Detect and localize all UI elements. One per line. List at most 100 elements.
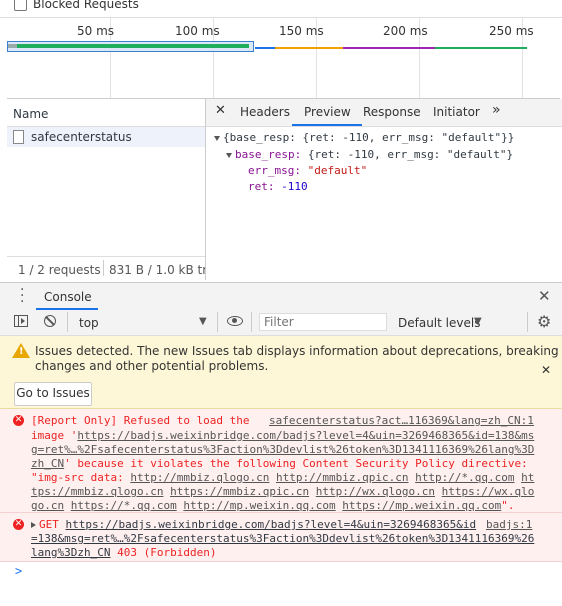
context-selector[interactable]: top <box>79 316 99 330</box>
csp-url-link[interactable]: https://mp.weixin.qq.com <box>342 499 501 512</box>
csp-url-link[interactable]: http://mp.weixin.qq.com <box>183 499 335 512</box>
error-url-link[interactable]: g=ret%…%2Fsafecenterstatus%3Faction%3Dde… <box>31 443 534 456</box>
console-toolbar: top ▼ Default levels ▼ ⚙ <box>0 310 562 336</box>
warning-icon-mark: ! <box>19 346 24 357</box>
console-error-message: ✕ [Report Only] Refused to load the safe… <box>0 409 562 513</box>
blocked-requests-row: Blocked Requests <box>0 0 562 18</box>
timeline-segment <box>343 47 435 49</box>
timeline-tick-label: 50 ms <box>77 24 115 38</box>
clear-console-icon[interactable] <box>44 315 56 327</box>
request-url-link[interactable]: https://badjs.weixinbridge.com/badjs?lev… <box>66 518 477 531</box>
preview-tree: {base_resp: {ret: -110, err_msg: "defaul… <box>206 127 562 277</box>
csp-url-link[interactable]: https://mmbiz.qpic.cn <box>170 485 309 498</box>
error-url-link[interactable]: zh_CN <box>31 457 64 470</box>
timeline-tick-label: 150 ms <box>279 24 324 38</box>
csp-url-link[interactable]: http://*.qq.com <box>415 471 514 484</box>
more-tabs-icon[interactable]: » <box>492 102 501 118</box>
request-row[interactable]: safecenterstatus <box>7 127 205 147</box>
expand-triangle-icon[interactable] <box>31 522 36 528</box>
status-divider <box>103 260 104 276</box>
error-line: =138&msg=ret%…%2Fsafecenterstatus%3Facti… <box>31 532 534 545</box>
toolbar-divider <box>217 312 218 332</box>
csp-url-link[interactable]: https://*.qq.com <box>71 499 177 512</box>
console-prompt-area[interactable]: > <box>0 562 562 606</box>
preview-key: err_msg: <box>248 164 301 177</box>
preview-errmsg-row: err_msg: "default" <box>248 164 367 177</box>
issues-banner: ! Issues detected. The new Issues tab di… <box>0 336 562 409</box>
gear-icon[interactable]: ⚙ <box>537 312 551 331</box>
name-header-label: Name <box>13 107 49 121</box>
go-to-issues-button[interactable]: Go to Issues <box>14 382 92 406</box>
preview-root-row[interactable]: {base_resp: {ret: -110, err_msg: "defaul… <box>214 131 514 144</box>
document-icon <box>13 130 24 144</box>
error-line: go.cn https://*.qq.com http://mp.weixin.… <box>31 499 515 512</box>
timeline-tick-label: 250 ms <box>489 24 534 38</box>
error-line: "img-src data: http://mmbiz.qlogo.cn htt… <box>31 471 535 484</box>
tab-headers[interactable]: Headers <box>240 105 290 119</box>
timeline-request-bar <box>17 44 249 48</box>
name-column-header[interactable]: Name <box>7 99 205 127</box>
chevron-down-icon[interactable]: ▼ <box>199 316 207 327</box>
toolbar-divider <box>251 312 252 332</box>
error-url-link[interactable]: https://badjs.weixinbridge.com/badjs?lev… <box>77 429 534 442</box>
tab-preview[interactable]: Preview <box>304 105 351 119</box>
filter-input[interactable] <box>259 313 387 331</box>
error-source-link[interactable]: safecenterstatus?act…116369&lang=zh_CN:1 <box>269 414 534 427</box>
preview-ret-row: ret: -110 <box>248 180 308 193</box>
preview-key: base_resp: <box>235 148 302 161</box>
toolbar-divider <box>527 312 528 332</box>
csp-url-link[interactable]: tps://mmbiz.qlogo.cn <box>31 485 163 498</box>
request-list: Name safecenterstatus 1 / 2 requests 831… <box>7 99 206 281</box>
error-icon: ✕ <box>13 415 24 426</box>
tab-console[interactable]: Console <box>44 290 92 304</box>
toolbar-divider <box>67 312 68 332</box>
detail-tabs: ✕ Headers Preview Response Initiator » <box>206 99 562 127</box>
error-line: zh_CN' because it violates the following… <box>31 457 528 470</box>
issues-message-line1: Issues detected. The new Issues tab disp… <box>35 344 559 358</box>
error-source-link[interactable]: badjs:1 <box>486 518 532 531</box>
drawer-menu-icon[interactable]: · · · <box>20 283 24 309</box>
prompt-chevron-icon: > <box>15 564 23 578</box>
error-line: lang%3Dzh_CN 403 (Forbidden) <box>31 546 216 559</box>
request-count: 1 / 2 requests <box>18 263 101 277</box>
drawer-header: · · · Console ✕ <box>0 282 562 311</box>
tab-response[interactable]: Response <box>363 105 421 119</box>
preview-value: "default" <box>300 164 368 177</box>
timeline-overview[interactable]: 50 ms 100 ms 150 ms 200 ms 250 ms <box>7 18 560 99</box>
preview-key: ret: <box>248 180 275 193</box>
timeline-tick-label: 200 ms <box>383 24 428 38</box>
log-levels-dropdown[interactable]: Default levels <box>398 316 480 330</box>
csp-url-link[interactable]: http://wx.qlogo.cn <box>316 485 435 498</box>
csp-url-link[interactable]: go.cn <box>31 499 64 512</box>
chevron-down-icon[interactable]: ▼ <box>474 316 482 327</box>
timeline-tick-label: 100 ms <box>175 24 220 38</box>
preview-root-text: {base_resp: {ret: -110, err_msg: "defaul… <box>223 131 515 144</box>
expand-triangle-icon[interactable] <box>226 152 232 158</box>
eye-icon[interactable] <box>227 316 243 326</box>
console-error-message: ✕ GET https://badjs.weixinbridge.com/bad… <box>0 513 562 562</box>
csp-url-link[interactable]: ht <box>521 471 534 484</box>
timeline-request-bar <box>8 44 17 48</box>
tab-initiator[interactable]: Initiator <box>433 105 480 119</box>
error-line[interactable]: GET https://badjs.weixinbridge.com/badjs… <box>31 518 476 531</box>
close-icon[interactable]: ✕ <box>215 103 226 118</box>
csp-url-link[interactable]: http://mmbiz.qpic.cn <box>276 471 408 484</box>
request-url-link[interactable]: =138&msg=ret%…%2Fsafecenterstatus%3Facti… <box>31 532 534 545</box>
error-line: g=ret%…%2Fsafecenterstatus%3Faction%3Dde… <box>31 443 534 456</box>
request-url-link[interactable]: lang%3Dzh_CN <box>31 546 110 559</box>
error-line: image 'https://badjs.weixinbridge.com/ba… <box>31 429 535 442</box>
close-icon[interactable]: ✕ <box>541 363 551 377</box>
close-drawer-icon[interactable]: ✕ <box>538 287 551 305</box>
csp-url-link[interactable]: https://wx.qlo <box>442 485 535 498</box>
issues-message-line2: changes and other potential problems. <box>35 359 269 373</box>
network-status-bar: 1 / 2 requests 831 B / 1.0 kB trar <box>7 256 205 281</box>
transfer-size: 831 B / 1.0 kB trar <box>109 263 205 277</box>
preview-base-resp-row[interactable]: base_resp: {ret: -110, err_msg: "default… <box>226 148 513 161</box>
blocked-requests-checkbox[interactable] <box>14 0 27 11</box>
sidebar-toggle-icon[interactable] <box>14 315 28 327</box>
status-text: 403 (Forbidden) <box>110 546 217 559</box>
csp-url-link[interactable]: http://mmbiz.qlogo.cn <box>130 471 269 484</box>
error-line: tps://mmbiz.qlogo.cn https://mmbiz.qpic.… <box>31 485 534 498</box>
preview-value: {ret: -110, err_msg: "default"} <box>301 148 514 161</box>
expand-triangle-icon[interactable] <box>214 135 220 141</box>
